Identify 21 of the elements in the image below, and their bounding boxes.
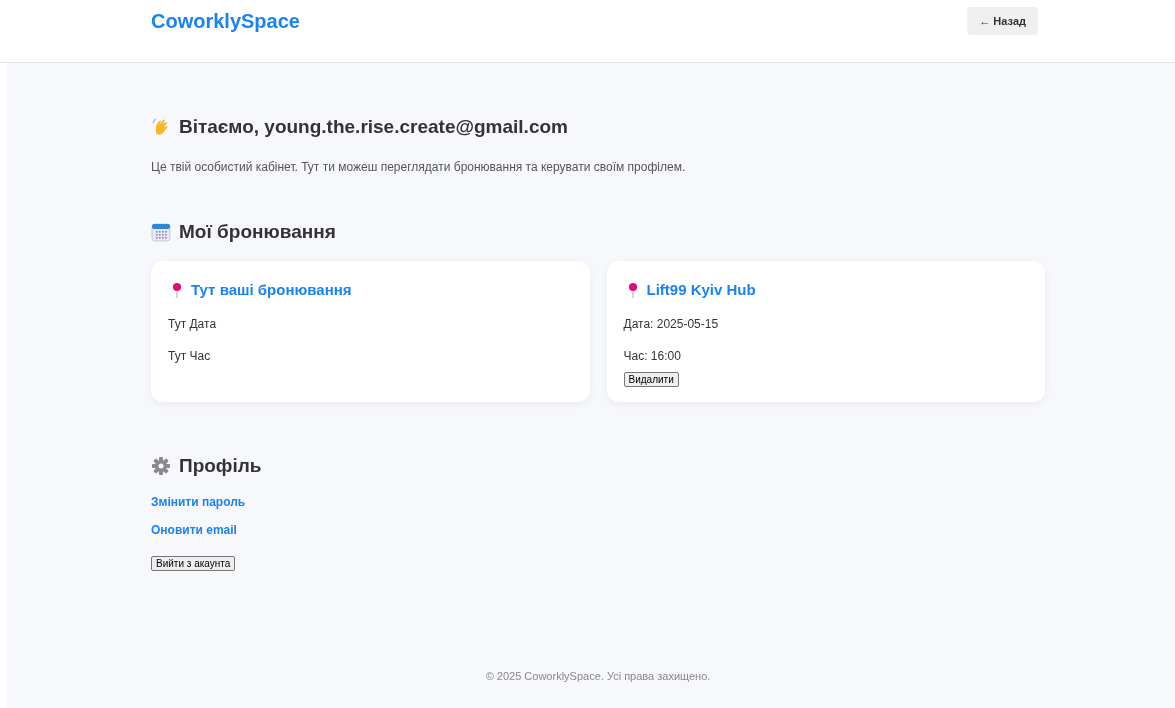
pushpin-icon	[627, 282, 638, 299]
gear-icon	[151, 456, 171, 477]
bookings-heading: Мої бронювання	[179, 219, 336, 244]
booking-date: Тут Дата	[168, 315, 218, 333]
booking-title[interactable]: Lift99 Kyiv Hub	[646, 279, 756, 302]
back-button[interactable]: ← Назад	[967, 7, 1038, 35]
profile-link[interactable]: Змінити пароль	[151, 493, 246, 510]
calendar-icon	[151, 221, 171, 242]
welcome-heading: Вітаємо, young.the.rise.create@gmail.com	[179, 115, 568, 139]
logo[interactable]: CoworklySpace	[151, 8, 300, 34]
profile-heading: Профіль	[179, 454, 262, 478]
delete-button[interactable]: Видалити	[623, 371, 679, 387]
logout-button[interactable]: Вийти з акаунта	[151, 555, 236, 571]
pushpin-icon	[172, 282, 182, 299]
booking-title[interactable]: Тут ваші бронювання	[191, 279, 352, 302]
welcome-text: Це твій особистий кабінет. Тут ти можеш переглядати бронювання та керувати своїм профілем.	[151, 158, 687, 176]
footer-text: © 2025 CoworklySpace. Усі права захищено.	[484, 668, 712, 684]
booking-date: Дата: 2025-05-15	[623, 315, 720, 333]
booking-time: Час: 16:00	[623, 347, 682, 365]
profile-link[interactable]: Оновити email	[151, 521, 237, 538]
booking-time: Тут Час	[168, 347, 212, 365]
